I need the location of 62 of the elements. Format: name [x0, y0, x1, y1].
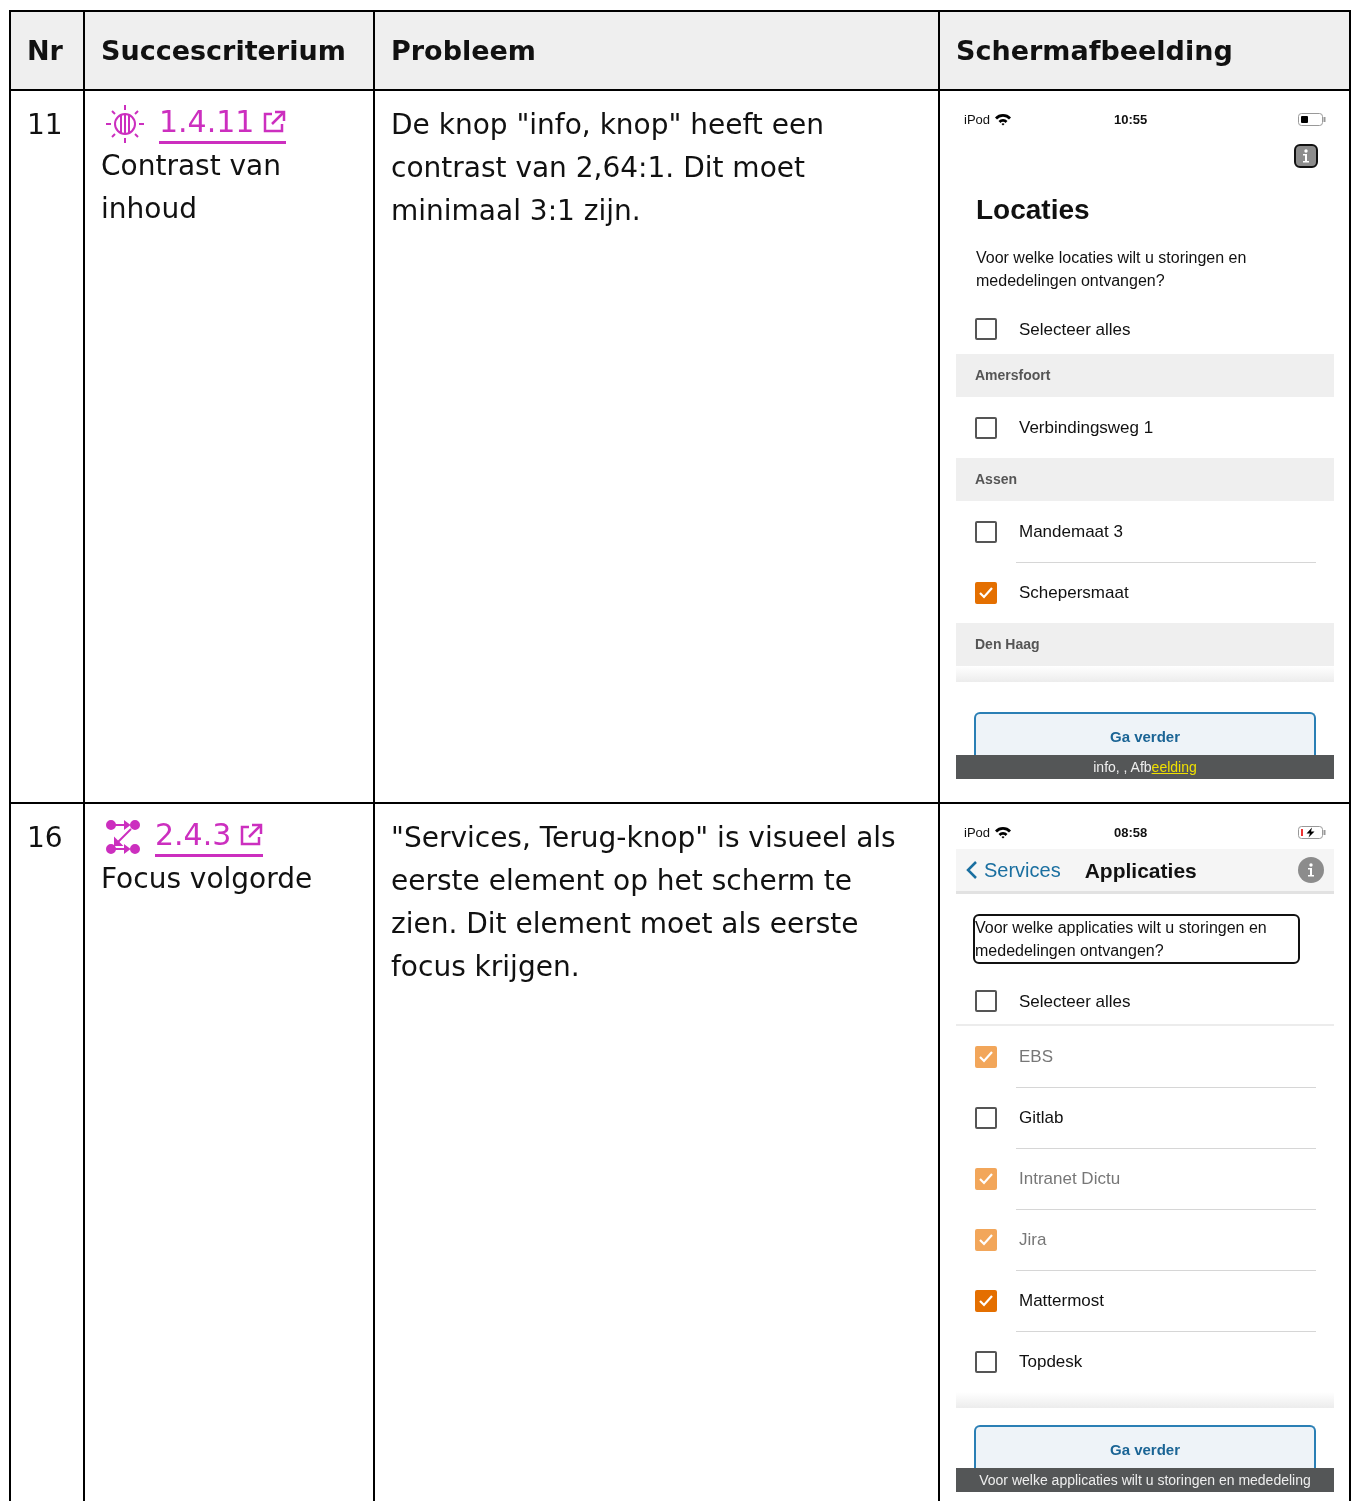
carrier-label: iPod: [964, 823, 991, 842]
problem-text: De knop "info, knop" heeft een contrast van 2,64:1. Dit moet minimaal 3:1 zijn.: [375, 91, 940, 804]
section-header: Assen: [956, 458, 1334, 501]
checkbox[interactable]: [975, 520, 997, 543]
status-time: 10:55: [1114, 110, 1149, 129]
checkbox-label: Selecteer alles: [1019, 318, 1131, 341]
column-header: Probleem: [375, 12, 940, 91]
checkbox[interactable]: [975, 1350, 997, 1373]
checkmark-icon: [978, 1293, 994, 1308]
question-text: Voor welke locaties wilt u storingen en mededelingen ontvangen?: [976, 248, 1248, 291]
checkbox-label: Verbindingsweg 1: [1019, 417, 1154, 439]
checkbox-label: Gitlab: [1019, 1107, 1064, 1129]
checkbox-label: Selecteer alles: [1019, 990, 1131, 1013]
back-button[interactable]: Services: [966, 858, 1061, 882]
checkbox-label: Schepersmaat: [1019, 582, 1129, 604]
checkbox-label: Topdesk: [1019, 1351, 1083, 1373]
focus-order-icon: [105, 818, 141, 855]
checkmark-icon: [978, 585, 994, 600]
section-header: Den Haag: [956, 623, 1334, 666]
criterion-name: Contrast van inhoud: [101, 148, 283, 227]
continue-button[interactable]: Ga verder: [974, 712, 1316, 755]
info-button[interactable]: [1294, 144, 1318, 168]
criterion-link[interactable]: 2.4.3: [155, 816, 264, 857]
status-time: 08:58: [1114, 823, 1149, 842]
contrast-icon: [105, 103, 145, 144]
row-number: 11: [11, 91, 85, 804]
screen-title: Applicaties: [1084, 857, 1198, 884]
wifi-icon: [994, 825, 1013, 839]
column-header: Schermafbeelding: [940, 12, 1351, 91]
voiceover-caption: Voor welke applicaties wilt u storingen en mededeling: [956, 1468, 1334, 1492]
wifi-icon: [994, 112, 1013, 126]
section-header: Amersfoort: [956, 354, 1334, 397]
problem-text: "Services, Terug-knop" is visueel als eerste element op het scherm te zien. Dit element moet als eerste focus krijgen.: [375, 804, 940, 1501]
screen-heading: Locaties: [976, 193, 1091, 227]
column-header: Nr: [11, 12, 85, 91]
checkmark-icon: [978, 1171, 994, 1186]
checkbox-label: Intranet Dictu: [1019, 1168, 1121, 1190]
checkbox[interactable]: [975, 416, 997, 439]
chevron-left-icon: [966, 860, 978, 880]
info-icon: [1302, 149, 1310, 163]
checkbox[interactable]: [975, 990, 997, 1012]
info-icon: [1307, 863, 1315, 877]
continue-button[interactable]: Ga verder: [974, 1425, 1316, 1468]
voiceover-caption: info, , Afbeelding: [956, 755, 1334, 779]
question-text: Voor welke applicaties wilt u storingen en mededelingen ontvangen?: [973, 914, 1300, 964]
external-link-icon: [262, 110, 287, 134]
checkbox[interactable]: [975, 1106, 997, 1129]
row-number: 16: [11, 804, 85, 1501]
column-header: Succescriterium: [85, 12, 375, 91]
checkbox-label: EBS: [1019, 1046, 1054, 1068]
checkbox-label: Mattermost: [1019, 1290, 1105, 1312]
external-link-icon: [239, 823, 264, 847]
criterion-name: Focus volgorde: [101, 861, 313, 897]
checkmark-icon: [978, 1232, 994, 1247]
checkbox[interactable]: [975, 581, 997, 604]
carrier-label: iPod: [964, 110, 991, 129]
checkbox[interactable]: [975, 1289, 997, 1312]
checkbox[interactable]: [975, 318, 997, 340]
checkmark-icon: [978, 1049, 994, 1064]
criterion-link[interactable]: 1.4.11: [159, 103, 287, 144]
checkbox-label: Mandemaat 3: [1019, 521, 1123, 543]
checkbox-label: Jira: [1019, 1229, 1047, 1251]
